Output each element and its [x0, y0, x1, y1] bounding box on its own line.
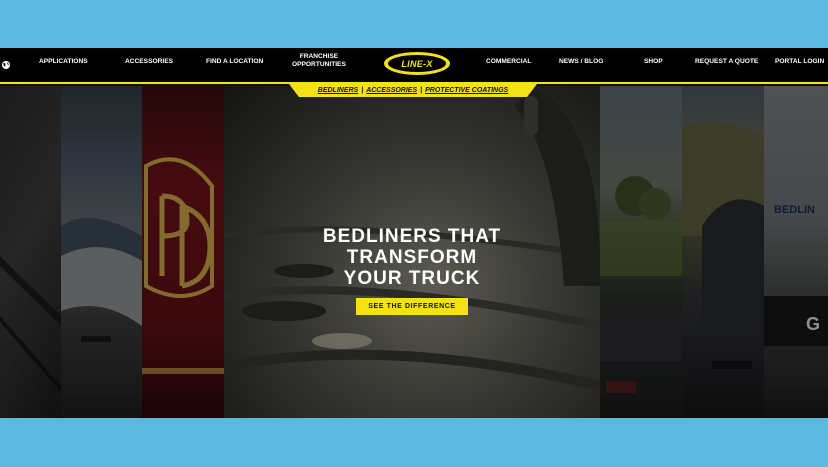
panel-dealership: BEDLIN G	[764, 86, 828, 418]
website-frame: APPLICATIONS ACCESSORIES FIND A LOCATION…	[0, 48, 828, 418]
nav-accessories[interactable]: ACCESSORIES	[125, 58, 173, 66]
panel-shade	[600, 86, 682, 418]
line-x-logo[interactable]: LINE-X	[384, 52, 450, 75]
panel-shade	[0, 86, 61, 418]
see-the-difference-button[interactable]: SEE THE DIFFERENCE	[356, 298, 468, 315]
panel-bedliner-texture	[0, 86, 61, 418]
product-subnav: BEDLINERS | ACCESSORIES | PROTECTIVE COA…	[289, 84, 537, 97]
logo-text: LINE-X	[401, 58, 433, 69]
nav-franchise-opportunities[interactable]: FRANCHISE OPPORTUNITIES	[292, 53, 346, 69]
nav-commercial[interactable]: COMMERCIAL	[486, 58, 531, 66]
panel-shade	[682, 86, 764, 418]
top-navbar: APPLICATIONS ACCESSORIES FIND A LOCATION…	[0, 48, 828, 84]
logo-inner: LINE-X	[388, 55, 446, 72]
subnav-accessories[interactable]: ACCESSORIES	[366, 87, 417, 94]
nav-portal-login[interactable]: PORTAL LOGIN	[775, 58, 824, 66]
panel-truck-tree	[600, 86, 682, 418]
nav-request-a-quote[interactable]: REQUEST A QUOTE	[695, 58, 758, 66]
nav-applications[interactable]: APPLICATIONS	[39, 58, 88, 66]
hero-content: BEDLINERS THAT TRANSFORM YOUR TRUCK SEE …	[224, 226, 600, 315]
panel-shade	[764, 86, 828, 418]
panel-shade	[142, 86, 224, 418]
panel-boat	[61, 86, 142, 418]
subnav-separator: |	[361, 87, 364, 94]
hero-headline: BEDLINERS THAT TRANSFORM YOUR TRUCK	[322, 226, 502, 289]
panel-hillside-truck	[682, 86, 764, 418]
nav-find-a-location[interactable]: FIND A LOCATION	[206, 58, 263, 66]
subnav-bedliners[interactable]: BEDLINERS	[318, 87, 358, 94]
nav-news-blog[interactable]: NEWS / BLOG	[559, 58, 603, 66]
panel-fire-truck	[142, 86, 224, 418]
subnav-protective-coatings[interactable]: PROTECTIVE COATINGS	[425, 87, 508, 94]
panel-shade	[61, 86, 142, 418]
nav-shop[interactable]: SHOP	[644, 58, 663, 66]
globe-icon[interactable]	[1, 57, 11, 69]
subnav-separator: |	[420, 87, 423, 94]
